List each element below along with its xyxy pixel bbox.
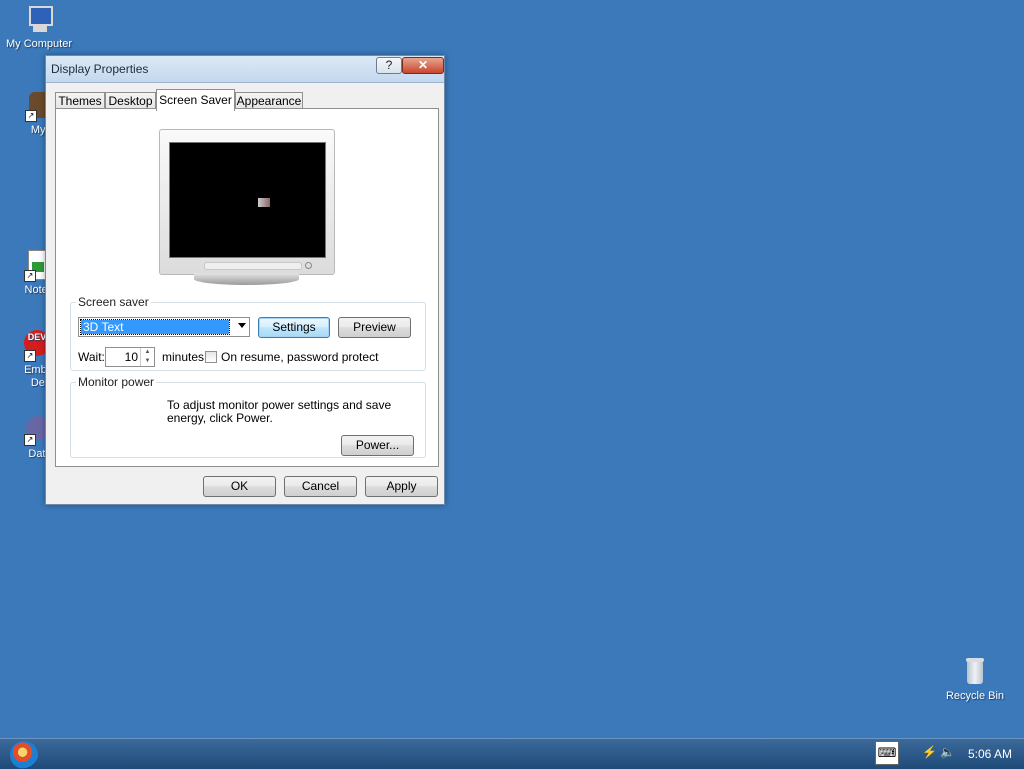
volume-icon[interactable]: 🔈 [940, 745, 955, 759]
spin-up-icon[interactable]: ▲ [141, 348, 154, 357]
wait-value[interactable]: 10 [125, 350, 138, 364]
shortcut-arrow-icon: ↗ [24, 434, 36, 446]
title-bar[interactable]: Display Properties ? ✕ [46, 56, 444, 83]
network-icon[interactable]: ⚡ [922, 745, 937, 759]
screen-saver-group-label: Screen saver [78, 295, 149, 309]
shortcut-arrow-icon: ↗ [25, 110, 37, 122]
help-button[interactable]: ? [376, 57, 402, 74]
chevron-down-icon[interactable] [238, 323, 246, 328]
settings-button[interactable]: Settings [258, 317, 330, 338]
desktop-icon-recycle-bin[interactable]: Recycle Bin [937, 656, 1013, 702]
monitor-stand [194, 273, 299, 285]
preview-screen [169, 142, 326, 258]
computer-icon [23, 4, 55, 36]
ok-button[interactable]: OK [203, 476, 276, 497]
window-title: Display Properties [51, 62, 149, 76]
screensaver-preview-icon [258, 198, 270, 207]
shortcut-arrow-icon: ↗ [24, 350, 36, 362]
desktop-icon-my-computer[interactable]: My Computer [1, 4, 77, 50]
tray-icons: ⚡ 🔈 [922, 745, 955, 759]
recycle-bin-icon [959, 656, 991, 688]
wait-label: Wait: [78, 350, 105, 364]
monitor-power-group-label: Monitor power [78, 375, 155, 389]
monitor-power-description: To adjust monitor power settings and sav… [167, 398, 392, 425]
screen-saver-selected: 3D Text [80, 319, 230, 335]
close-icon: ✕ [417, 58, 429, 72]
clock[interactable]: 5:06 AM [968, 747, 1012, 761]
help-icon: ? [385, 58, 393, 72]
minutes-label: minutes [162, 350, 205, 364]
screen-saver-group: Screen saver 3D Text Settings Preview Wa… [70, 295, 426, 371]
screen-saver-panel: Screen saver 3D Text Settings Preview Wa… [55, 108, 439, 467]
keyboard-icon[interactable]: ⌨ [875, 741, 899, 765]
power-led-icon [305, 262, 312, 269]
cancel-button[interactable]: Cancel [284, 476, 357, 497]
desktop-icon-label: Recycle Bin [945, 690, 1005, 702]
start-button[interactable] [10, 741, 38, 769]
display-properties-window: Display Properties ? ✕ Themes Desktop Sc… [45, 55, 445, 505]
shortcut-arrow-icon: ↗ [24, 270, 36, 282]
wait-minutes-stepper[interactable]: 10 ▲ ▼ [105, 347, 155, 367]
monitor-slot [204, 262, 302, 270]
spin-down-icon[interactable]: ▼ [141, 357, 154, 366]
close-button[interactable]: ✕ [402, 57, 444, 74]
screen-saver-select[interactable]: 3D Text [78, 317, 250, 337]
monitor-power-group: Monitor power To adjust monitor power se… [70, 375, 426, 458]
tab-screen-saver[interactable]: Screen Saver [156, 89, 235, 111]
preview-button[interactable]: Preview [338, 317, 411, 338]
spin-buttons[interactable]: ▲ ▼ [140, 348, 154, 366]
monitor-preview [159, 129, 335, 275]
desktop-icon-label: My Computer [5, 38, 73, 50]
apply-button[interactable]: Apply [365, 476, 438, 497]
password-protect-label[interactable]: On resume, password protect [221, 350, 378, 364]
password-protect-checkbox[interactable] [205, 351, 217, 363]
taskbar: ⌨ ⚡ 🔈 5:06 AM [0, 738, 1024, 769]
power-button[interactable]: Power... [341, 435, 414, 456]
